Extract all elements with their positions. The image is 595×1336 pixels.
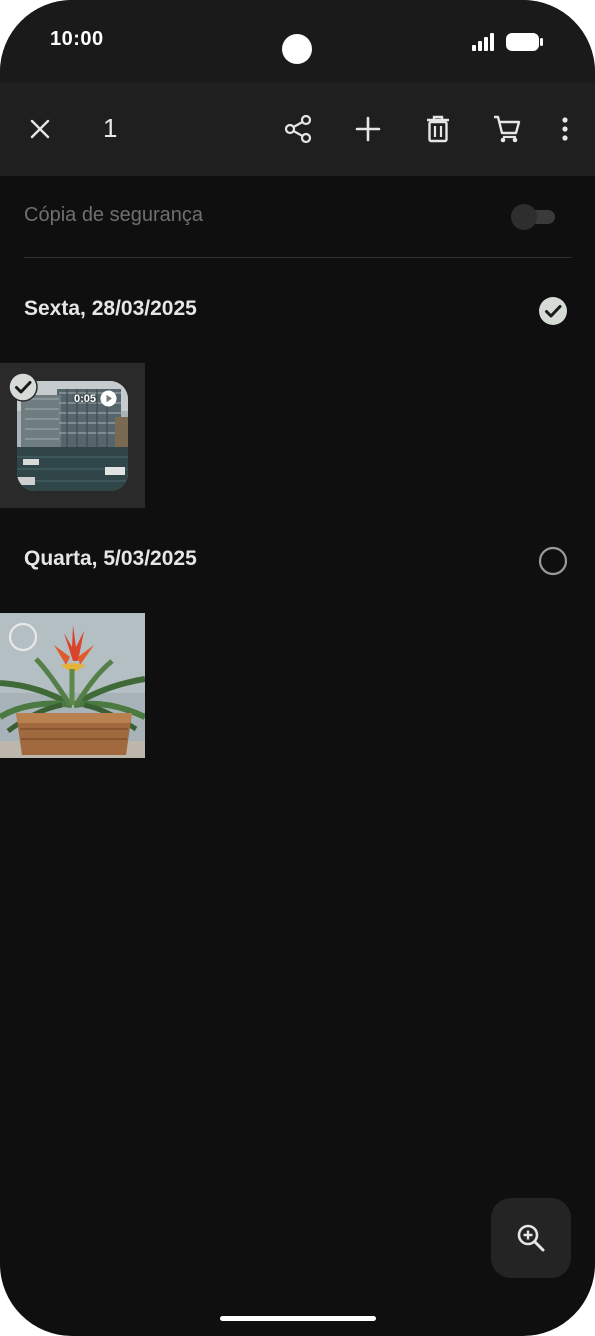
media-item-photo[interactable]	[0, 613, 145, 758]
share-icon	[284, 114, 312, 144]
backup-toggle[interactable]	[511, 204, 555, 230]
zoom-in-icon	[517, 1224, 545, 1252]
battery-icon	[506, 33, 543, 51]
date-header-group-1: Sexta, 28/03/2025	[24, 291, 572, 331]
more-vert-icon	[562, 117, 568, 141]
order-prints-button[interactable]	[487, 109, 527, 149]
camera-cutout	[282, 34, 312, 64]
date-label: Quarta, 5/03/2025	[24, 547, 197, 570]
add-icon	[355, 116, 381, 142]
delete-icon	[427, 115, 449, 143]
date-label: Sexta, 28/03/2025	[24, 297, 197, 320]
divider	[24, 257, 572, 258]
video-duration: 0:05	[74, 393, 97, 405]
media-item-video[interactable]: 0:05	[0, 363, 145, 508]
backup-label: Cópia de segurança	[24, 204, 204, 226]
status-bar: 10:00	[0, 0, 595, 82]
signal-icon	[472, 33, 494, 51]
group-select-checked-icon[interactable]	[538, 296, 568, 326]
add-to-album-button[interactable]	[348, 109, 388, 149]
group-select-unchecked-icon[interactable]	[538, 546, 568, 576]
date-header-group-2: Quarta, 5/03/2025	[24, 541, 572, 581]
status-time: 10:00	[50, 28, 104, 50]
zoom-button[interactable]	[491, 1198, 571, 1278]
phone-screen: 10:00 1 Cópia de segurança Sexta, 28/03/…	[0, 0, 595, 1336]
item-selected-check-icon[interactable]	[8, 372, 38, 402]
backup-row: Cópia de segurança	[24, 190, 572, 246]
toggle-knob	[511, 204, 537, 230]
share-button[interactable]	[278, 109, 318, 149]
selected-count: 1	[103, 113, 118, 143]
item-unselected-circle-icon[interactable]	[8, 622, 38, 652]
more-options-button[interactable]	[545, 109, 585, 149]
cart-icon	[494, 115, 521, 143]
selection-app-bar: 1	[0, 82, 595, 176]
play-icon	[100, 390, 117, 407]
close-icon	[30, 119, 50, 139]
close-selection-button[interactable]	[20, 109, 60, 149]
home-indicator[interactable]	[220, 1316, 376, 1321]
delete-button[interactable]	[418, 109, 458, 149]
